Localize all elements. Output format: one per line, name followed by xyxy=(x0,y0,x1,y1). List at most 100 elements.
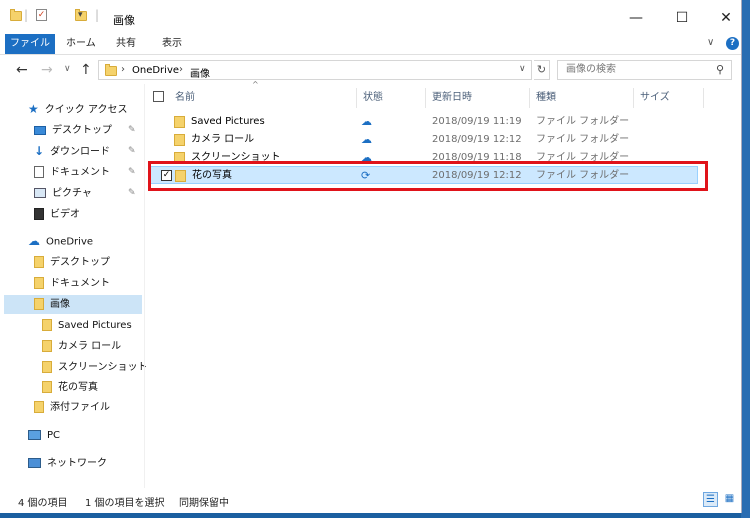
maximize-button[interactable]: ☐ xyxy=(672,8,692,28)
search-box[interactable]: ⚲ xyxy=(557,60,732,80)
nav-quick-access[interactable]: ★ クイック アクセス xyxy=(28,100,127,119)
column-divider[interactable] xyxy=(425,88,426,108)
pc-icon xyxy=(28,430,41,440)
back-arrow-icon[interactable]: ← xyxy=(16,62,28,78)
forward-arrow-icon[interactable]: → xyxy=(41,62,53,78)
address-dropdown-icon[interactable]: ∨ xyxy=(519,64,526,74)
cloud-status-icon: ☁ xyxy=(361,151,372,161)
nav-network[interactable]: ネットワーク xyxy=(28,454,107,473)
file-name: カメラ ロール xyxy=(191,134,255,145)
window-title: 画像 xyxy=(113,14,135,27)
breadcrumb-chevron-icon[interactable]: › xyxy=(121,64,125,75)
file-date: 2018/09/19 11:18 xyxy=(432,152,522,161)
details-view-icon[interactable]: ☰ xyxy=(703,492,718,507)
star-icon: ★ xyxy=(28,102,39,116)
column-divider[interactable] xyxy=(529,88,530,108)
recent-locations-icon[interactable]: ∨ xyxy=(64,64,71,74)
folder-icon xyxy=(42,361,52,373)
column-divider[interactable] xyxy=(356,88,357,108)
folder-icon xyxy=(34,256,44,268)
file-row[interactable]: Saved Pictures ☁ 2018/09/19 11:19 ファイル フ… xyxy=(150,113,698,131)
nav-videos[interactable]: ビデオ xyxy=(34,205,80,224)
nav-label: ピクチャ xyxy=(52,188,92,199)
quick-access-toolbar-dropdown-icon[interactable]: ▾ xyxy=(78,10,83,20)
item-count: 4 個の項目 xyxy=(18,498,68,509)
ribbon xyxy=(0,34,741,55)
column-header-status[interactable]: 状態 xyxy=(363,88,383,108)
status-bar: 4 個の項目 1 個の項目を選択 同期保留中 ☰ ▦ xyxy=(0,489,741,513)
nav-label: ドキュメント xyxy=(50,167,110,178)
nav-label: OneDrive xyxy=(46,236,94,248)
refresh-button[interactable]: ↻ xyxy=(534,60,550,80)
help-icon[interactable]: ? xyxy=(726,37,739,50)
column-header-type[interactable]: 種類 xyxy=(536,88,556,108)
sort-ascending-icon: ^ xyxy=(252,80,259,89)
search-icon[interactable]: ⚲ xyxy=(716,63,724,76)
nav-onedrive[interactable]: ☁ OneDrive xyxy=(28,232,93,251)
pin-icon[interactable]: ✎ xyxy=(128,121,136,140)
column-header-name[interactable]: 名前 xyxy=(175,88,195,108)
column-header-size[interactable]: サイズ xyxy=(640,88,670,108)
address-bar[interactable]: › OneDrive › 画像 ∨ xyxy=(98,60,532,80)
separator: | xyxy=(95,8,100,22)
file-date: 2018/09/19 11:19 xyxy=(432,116,522,127)
nav-desktop[interactable]: デスクトップ xyxy=(34,121,112,140)
tab-home[interactable]: ホーム xyxy=(66,34,96,54)
folder-icon xyxy=(105,64,117,76)
nav-onedrive-images[interactable]: 画像 xyxy=(4,295,142,314)
select-all-checkbox[interactable] xyxy=(153,91,164,102)
nav-onedrive-documents[interactable]: ドキュメント xyxy=(34,274,110,293)
desktop-background xyxy=(741,0,750,518)
tab-view[interactable]: 表示 xyxy=(162,34,182,54)
tab-share[interactable]: 共有 xyxy=(116,34,136,54)
network-icon xyxy=(28,458,41,468)
nav-label: ダウンロード xyxy=(50,146,111,158)
file-type: ファイル フォルダー xyxy=(536,134,630,145)
file-date: 2018/09/19 12:12 xyxy=(432,134,522,145)
column-divider[interactable] xyxy=(703,88,704,108)
nav-flower-photos[interactable]: 花の写真 xyxy=(42,378,98,397)
file-name: スクリーンショット xyxy=(191,152,281,161)
column-header-date[interactable]: 更新日時 xyxy=(432,88,472,108)
file-row[interactable]: スクリーンショット ☁ 2018/09/19 11:18 ファイル フォルダー xyxy=(150,149,698,161)
nav-pc[interactable]: PC xyxy=(28,426,60,445)
search-input[interactable] xyxy=(564,63,708,76)
pin-icon[interactable]: ✎ xyxy=(128,142,136,161)
properties-icon[interactable]: ✓ xyxy=(36,9,47,21)
up-arrow-icon[interactable]: ↑ xyxy=(80,62,92,78)
nav-documents[interactable]: ドキュメント xyxy=(34,163,110,182)
cloud-status-icon: ☁ xyxy=(361,133,372,146)
nav-camera-roll[interactable]: カメラ ロール xyxy=(42,337,121,356)
nav-label: スクリーンショット xyxy=(58,362,148,373)
file-type: ファイル フォルダー xyxy=(536,152,630,161)
file-row[interactable]: カメラ ロール ☁ 2018/09/19 12:12 ファイル フォルダー xyxy=(150,131,698,149)
breadcrumb-chevron-icon[interactable]: › xyxy=(179,64,183,75)
nav-label: 画像 xyxy=(50,299,70,310)
folder-icon xyxy=(10,9,22,21)
selected-count: 1 個の項目を選択 xyxy=(85,498,165,509)
nav-label: PC xyxy=(47,430,61,441)
nav-label: ドキュメント xyxy=(50,278,110,289)
pin-icon[interactable]: ✎ xyxy=(128,184,136,203)
nav-pictures[interactable]: ピクチャ xyxy=(34,184,92,203)
tab-file[interactable]: ファイル xyxy=(5,34,55,54)
nav-attachments[interactable]: 添付ファイル xyxy=(34,398,110,417)
minimize-button[interactable]: — xyxy=(626,8,646,28)
ribbon-expand-icon[interactable]: ∨ xyxy=(707,37,714,48)
close-button[interactable]: ✕ xyxy=(716,8,736,28)
breadcrumb-onedrive[interactable]: OneDrive xyxy=(132,65,179,76)
breadcrumb-images[interactable]: 画像 xyxy=(190,65,210,80)
nav-saved-pictures[interactable]: Saved Pictures xyxy=(42,316,132,335)
nav-onedrive-desktop[interactable]: デスクトップ xyxy=(34,253,110,272)
document-icon xyxy=(34,166,44,178)
nav-label: 花の写真 xyxy=(58,382,98,393)
nav-label: クイック アクセス xyxy=(44,104,128,116)
nav-screenshots[interactable]: スクリーンショット xyxy=(42,358,148,377)
column-divider[interactable] xyxy=(633,88,634,108)
nav-downloads[interactable]: ↓ ダウンロード xyxy=(34,142,110,161)
pane-divider[interactable] xyxy=(144,84,145,488)
large-icons-view-icon[interactable]: ▦ xyxy=(722,492,737,507)
separator: | xyxy=(24,8,29,22)
cloud-status-icon: ☁ xyxy=(361,115,372,128)
pin-icon[interactable]: ✎ xyxy=(128,163,136,182)
